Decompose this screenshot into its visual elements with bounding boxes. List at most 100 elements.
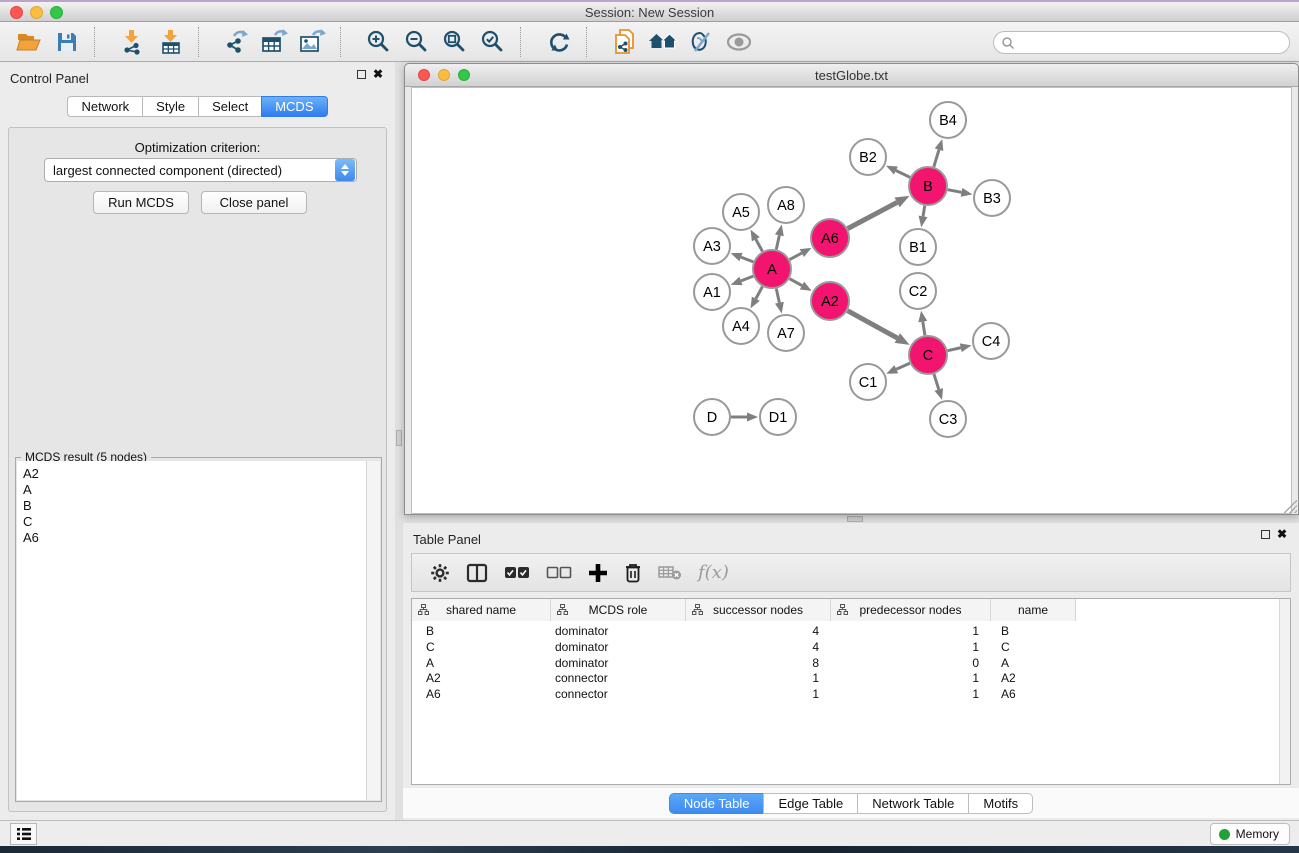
table-row[interactable]: Bdominator41B (412, 623, 1076, 639)
cell-MCDS-role[interactable]: dominator (551, 655, 686, 671)
node-C2[interactable]: C2 (900, 273, 936, 309)
open-file-icon[interactable] (10, 26, 48, 58)
hide-graphics-icon[interactable] (682, 26, 720, 58)
add-icon[interactable] (588, 558, 608, 588)
column-header-MCDS-role[interactable]: MCDS role (551, 599, 686, 621)
cell-successor-nodes[interactable]: 1 (686, 686, 831, 702)
column-header-predecessor-nodes[interactable]: predecessor nodes (831, 599, 991, 621)
table-row[interactable]: Cdominator41C (412, 639, 1076, 655)
edge-A-A4[interactable] (756, 287, 763, 299)
node-A4[interactable]: A4 (723, 308, 759, 344)
cell-shared-name[interactable]: A (412, 655, 551, 671)
edge-A6-B[interactable] (848, 202, 897, 228)
node-A5[interactable]: A5 (723, 194, 759, 230)
edge-B-B4[interactable] (934, 150, 939, 167)
node-A7[interactable]: A7 (768, 315, 804, 351)
cell-name[interactable]: A6 (991, 686, 1076, 702)
result-scrollbar[interactable] (367, 461, 380, 800)
node-A[interactable]: A (753, 250, 791, 288)
cell-predecessor-nodes[interactable]: 1 (831, 686, 991, 702)
cell-shared-name[interactable]: C (412, 639, 551, 655)
zoom-fit-icon[interactable] (436, 26, 474, 58)
close-panel-button[interactable]: Close panel (201, 191, 307, 214)
cell-MCDS-role[interactable]: connector (551, 670, 686, 686)
import-table-icon[interactable] (152, 26, 190, 58)
result-item[interactable]: A (23, 482, 366, 498)
node-C1[interactable]: C1 (850, 364, 886, 400)
tab-edge-table[interactable]: Edge Table (763, 793, 857, 814)
cell-successor-nodes[interactable]: 8 (686, 655, 831, 671)
delete-table-icon[interactable] (658, 558, 682, 588)
tab-node-table[interactable]: Node Table (669, 793, 764, 814)
node-A1[interactable]: A1 (694, 274, 730, 310)
node-A8[interactable]: A8 (768, 187, 804, 223)
split-columns-icon[interactable] (466, 558, 488, 588)
splitter-handle[interactable] (396, 430, 402, 446)
node-C3[interactable]: C3 (930, 401, 966, 437)
edge-A-A5[interactable] (756, 239, 763, 251)
optimization-criterion-select[interactable]: largest connected component (directed) (44, 158, 357, 182)
export-image-icon[interactable] (294, 26, 332, 58)
edge-A-A7[interactable] (776, 289, 779, 303)
edge-A-A1[interactable] (741, 276, 753, 281)
node-D1[interactable]: D1 (760, 399, 796, 435)
tab-network-table[interactable]: Network Table (857, 793, 968, 814)
cell-predecessor-nodes[interactable]: 1 (831, 639, 991, 655)
cell-successor-nodes[interactable]: 1 (686, 670, 831, 686)
export-table-icon[interactable] (256, 26, 294, 58)
run-mcds-button[interactable]: Run MCDS (93, 191, 189, 214)
tab-mcds[interactable]: MCDS (261, 96, 327, 117)
node-B4[interactable]: B4 (930, 102, 966, 138)
new-network-from-selection-icon[interactable] (606, 26, 644, 58)
node-B3[interactable]: B3 (974, 180, 1010, 216)
cell-predecessor-nodes[interactable]: 1 (831, 670, 991, 686)
node-D[interactable]: D (694, 399, 730, 435)
edge-B-B2[interactable] (896, 170, 910, 177)
result-item[interactable]: A2 (23, 466, 366, 482)
zoom-selected-icon[interactable] (474, 26, 512, 58)
edge-A-A8[interactable] (776, 235, 779, 249)
column-header-name[interactable]: name (991, 599, 1076, 621)
node-A2[interactable]: A2 (811, 282, 849, 320)
tab-network[interactable]: Network (67, 96, 142, 117)
table-row[interactable]: A2connector11A2 (412, 670, 1076, 686)
node-A6[interactable]: A6 (811, 219, 849, 257)
delete-icon[interactable] (624, 558, 642, 588)
cell-shared-name[interactable]: A2 (412, 670, 551, 686)
node-A3[interactable]: A3 (694, 228, 730, 264)
network-graph[interactable]: AA1A2A3A4A5A6A7A8BB1B2B3B4CC1C2C3C4DD1 (412, 88, 1291, 513)
cell-successor-nodes[interactable]: 4 (686, 639, 831, 655)
cell-MCDS-role[interactable]: connector (551, 686, 686, 702)
cell-name[interactable]: B (991, 623, 1076, 639)
home-icon[interactable] (644, 26, 682, 58)
node-B1[interactable]: B1 (900, 229, 936, 265)
select-all-checks-icon[interactable] (504, 558, 530, 588)
cell-successor-nodes[interactable]: 4 (686, 623, 831, 639)
gear-icon[interactable] (430, 558, 450, 588)
float-panel-icon[interactable] (1261, 530, 1270, 539)
table-scrollbar[interactable] (1279, 599, 1290, 784)
edge-A-A6[interactable] (790, 253, 802, 259)
deselect-checks-icon[interactable] (546, 558, 572, 588)
cell-shared-name[interactable]: A6 (412, 686, 551, 702)
float-panel-icon[interactable] (357, 70, 366, 79)
edge-B-B1[interactable] (923, 206, 925, 217)
result-item[interactable]: A6 (23, 530, 366, 546)
tab-style[interactable]: Style (142, 96, 198, 117)
tab-select[interactable]: Select (198, 96, 261, 117)
column-header-successor-nodes[interactable]: successor nodes (686, 599, 831, 621)
close-panel-icon[interactable]: ✖ (1277, 530, 1287, 539)
table-row[interactable]: Adominator80A (412, 655, 1076, 671)
zoom-out-icon[interactable] (398, 26, 436, 58)
edge-B-B3[interactable] (948, 190, 962, 193)
vertical-splitter[interactable] (395, 62, 403, 820)
result-item[interactable]: B (23, 498, 366, 514)
memory-button[interactable]: Memory (1210, 823, 1290, 845)
edge-C-C1[interactable] (896, 363, 909, 369)
export-network-icon[interactable] (218, 26, 256, 58)
resize-grip-icon[interactable] (1284, 500, 1297, 513)
tab-motifs[interactable]: Motifs (968, 793, 1033, 814)
result-item[interactable]: C (23, 514, 366, 530)
save-session-icon[interactable] (48, 26, 86, 58)
task-history-button[interactable] (10, 823, 37, 845)
